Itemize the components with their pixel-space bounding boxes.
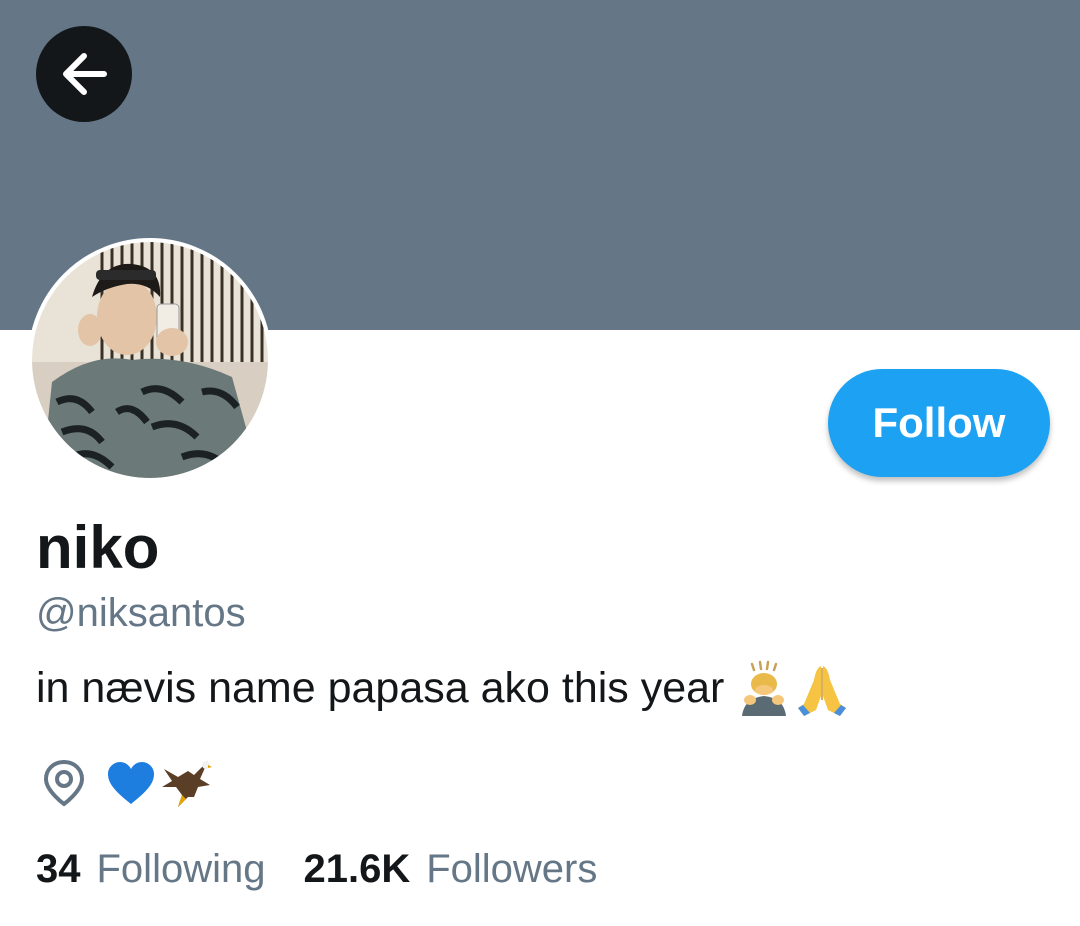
follow-button[interactable]: Follow	[828, 369, 1050, 477]
user-handle: @niksantos	[36, 591, 246, 635]
profile-bio: in nævis name papasa ako this year	[36, 660, 850, 716]
back-button[interactable]	[36, 26, 132, 122]
location-row	[42, 756, 212, 810]
location-text	[106, 757, 212, 809]
back-arrow-icon	[63, 53, 107, 95]
person-bowing-emoji	[742, 660, 787, 716]
bio-emoji	[738, 660, 850, 716]
profile-stats: 34 Following 21.6K Followers	[36, 842, 597, 896]
followers-link[interactable]: 21.6K Followers	[303, 847, 597, 892]
display-name: niko	[36, 514, 160, 581]
following-link[interactable]: 34 Following	[36, 847, 265, 892]
following-label: Following	[96, 846, 266, 891]
avatar[interactable]	[28, 238, 272, 482]
following-count: 34	[36, 846, 81, 891]
followers-count: 21.6K	[303, 846, 411, 891]
blue-heart-emoji	[108, 762, 154, 804]
avatar-photo	[32, 242, 268, 478]
bio-text: in nævis name papasa ako this year	[36, 664, 725, 712]
folded-hands-emoji	[798, 666, 847, 716]
followers-label: Followers	[426, 846, 598, 891]
eagle-emoji	[162, 761, 212, 807]
location-pin-icon	[43, 759, 85, 807]
